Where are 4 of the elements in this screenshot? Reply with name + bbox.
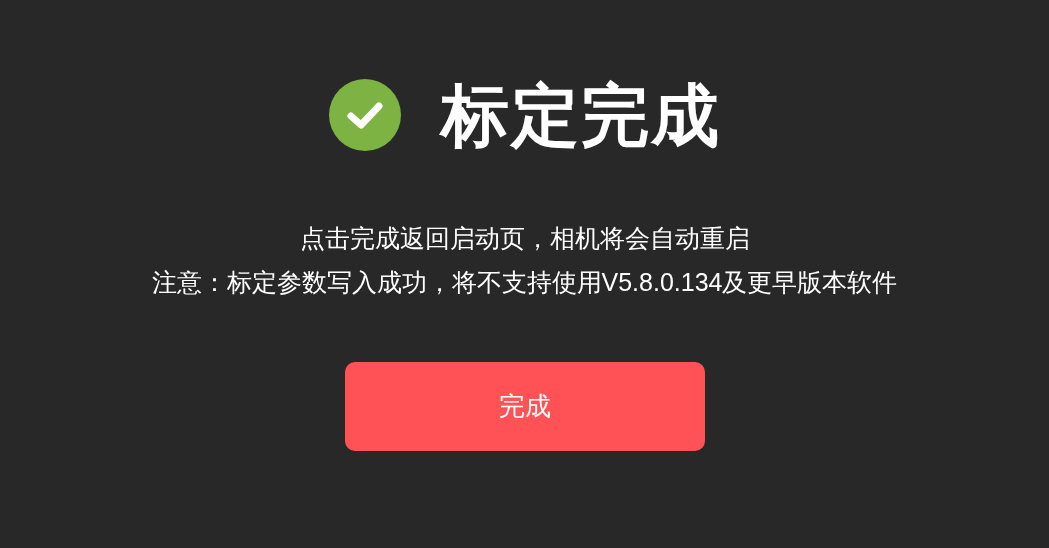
message-text: 注意：标定参数写入成功，将不支持使用V5.8.0.134及更早版本软件 [151, 267, 898, 298]
done-button[interactable]: 完成 [344, 362, 705, 451]
message-text: 点击完成返回启动页，相机将会自动重启 [299, 223, 750, 254]
page-title: 标定完成 [440, 76, 721, 155]
